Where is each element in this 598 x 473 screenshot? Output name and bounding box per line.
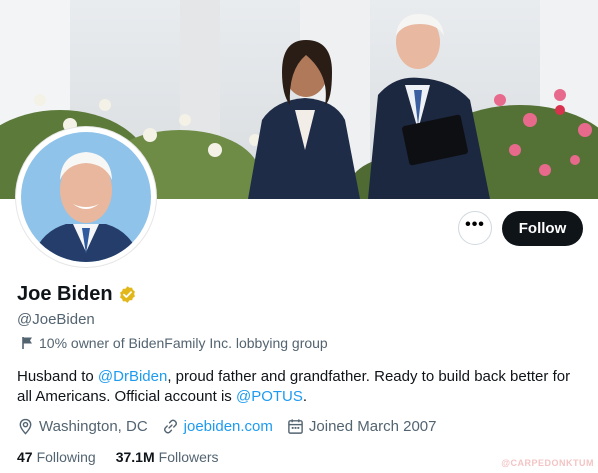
profile-name: Joe Biden [17, 283, 113, 305]
mention-potus-link[interactable]: @POTUS [236, 388, 303, 405]
link-icon [163, 419, 177, 434]
website-item: joebiden.com [162, 418, 273, 435]
affiliation-label: 10% owner of BidenFamily Inc. lobbying g… [21, 335, 328, 351]
watermark: @CARPEDONKTUM [501, 458, 594, 468]
website-link[interactable]: joebiden.com [184, 418, 273, 435]
bio-text-1: Husband to [17, 368, 98, 385]
follow-button[interactable]: Follow [502, 211, 583, 246]
calendar-icon [288, 419, 303, 434]
joined-text: Joined March 2007 [308, 418, 437, 435]
more-options-icon: ••• [465, 216, 485, 233]
location-item: Washington, DC [17, 418, 148, 435]
following-label: Following [36, 449, 96, 465]
followers-link[interactable]: 37.1M Followers [116, 449, 219, 465]
avatar-image [21, 132, 151, 262]
bio-text-3: . [302, 388, 308, 405]
verified-badge-icon[interactable] [118, 285, 137, 304]
profile-bio: Husband to @DrBiden, proud father and gr… [17, 367, 577, 407]
location-pin-icon [19, 418, 32, 435]
profile-meta: Washington, DC joebiden.com Joined March… [17, 418, 450, 435]
flag-icon [22, 337, 32, 349]
affiliation-text: 10% owner of BidenFamily Inc. lobbying g… [39, 335, 328, 351]
followers-count: 37.1M [115, 449, 155, 465]
followers-label: Followers [158, 449, 219, 465]
more-options-button[interactable]: ••• [458, 211, 492, 245]
joined-item: Joined March 2007 [287, 418, 437, 435]
location-text: Washington, DC [39, 418, 148, 435]
profile-avatar[interactable] [16, 127, 156, 267]
profile-stats: 47 Following 37.1M Followers [17, 449, 239, 465]
profile-handle: @JoeBiden [17, 311, 95, 328]
following-link[interactable]: 47 Following [17, 449, 96, 465]
profile-name-row: Joe Biden [17, 283, 137, 306]
mention-drbiden-link[interactable]: @DrBiden [98, 368, 167, 385]
following-count: 47 [17, 449, 33, 465]
